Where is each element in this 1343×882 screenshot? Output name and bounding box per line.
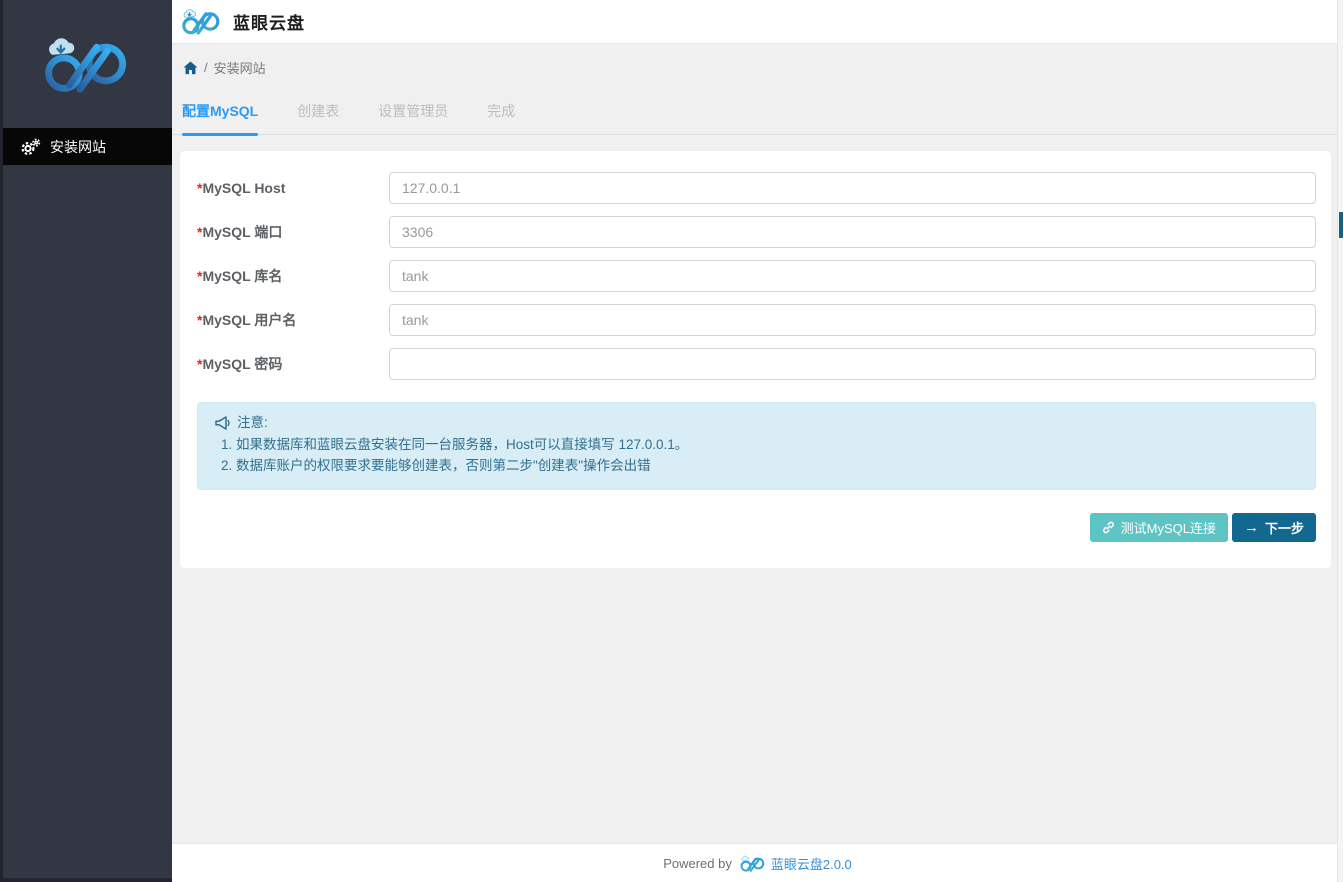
note-item: 数据库账户的权限要求要能够创建表，否则第二步"创建表"操作会出错 [236,457,1300,476]
form-row-mysql-database: *MySQL 库名 [197,260,1316,292]
tab-finish[interactable]: 完成 [487,92,515,134]
mysql-host-input[interactable] [389,172,1316,204]
main-area: 蓝眼云盘 / 安装网站 配置MySQL 创建表 设置管理员 完成 *MySQL … [172,0,1343,882]
sidebar-item-install-site[interactable]: 安装网站 [0,128,172,165]
page-title: 蓝眼云盘 [233,9,305,34]
sidebar-edge-strip [0,0,3,882]
mysql-port-label: *MySQL 端口 [197,222,389,242]
next-button-label: 下一步 [1265,518,1304,537]
top-header: 蓝眼云盘 [172,0,1343,44]
cogs-icon [21,138,41,156]
note-title: 注意: [237,414,268,433]
arrow-right-icon: → [1244,519,1259,536]
cloud-infinity-logo-icon [38,35,134,93]
content-area: *MySQL Host *MySQL 端口 *MySQL 库名 *MySQL 用… [172,135,1343,843]
note-item: 如果数据库和蓝眼云盘安装在同一台服务器，Host可以直接填写 127.0.0.1… [236,436,1300,455]
sidebar-bottom-strip [0,878,172,882]
sidebar: 安装网站 [0,0,172,882]
bullhorn-icon [215,416,231,430]
form-row-mysql-username: *MySQL 用户名 [197,304,1316,336]
mysql-host-label: *MySQL Host [197,180,389,196]
home-icon[interactable] [183,61,198,75]
powered-by-text: Powered by [663,856,732,871]
mysql-config-card: *MySQL Host *MySQL 端口 *MySQL 库名 *MySQL 用… [180,151,1331,568]
app-logo-icon [180,8,222,35]
page-scrollbar-track[interactable] [1337,0,1343,882]
cloud-download-icon [49,38,74,55]
mysql-database-input[interactable] [389,260,1316,292]
form-row-mysql-host: *MySQL Host [197,172,1316,204]
cloud-download-icon [184,10,196,18]
footer-version-link[interactable]: 蓝眼云盘2.0.0 [771,854,852,873]
mysql-password-label: *MySQL 密码 [197,354,389,374]
mysql-username-input[interactable] [389,304,1316,336]
form-row-mysql-password: *MySQL 密码 [197,348,1316,380]
form-row-mysql-port: *MySQL 端口 [197,216,1316,248]
breadcrumb-separator: / [204,60,208,75]
next-step-button[interactable]: → 下一步 [1232,513,1316,542]
info-note: 注意: 如果数据库和蓝眼云盘安装在同一台服务器，Host可以直接填写 127.0… [197,402,1316,490]
sidebar-item-label: 安装网站 [50,137,106,157]
mysql-password-input[interactable] [389,348,1316,380]
footer: Powered by 蓝眼云盘2.0.0 [172,843,1343,882]
note-title-row: 注意: [215,414,1300,433]
page-scrollbar-thumb[interactable] [1339,212,1343,238]
note-list: 如果数据库和蓝眼云盘安装在同一台服务器，Host可以直接填写 127.0.0.1… [236,436,1300,476]
mysql-username-label: *MySQL 用户名 [197,310,389,330]
tab-create-tables[interactable]: 创建表 [297,92,339,134]
tab-set-admin[interactable]: 设置管理员 [378,92,448,134]
test-mysql-connection-button[interactable]: 测试MySQL连接 [1090,513,1228,542]
footer-logo-icon [739,855,766,872]
breadcrumb: / 安装网站 [172,44,1343,83]
wizard-tabs: 配置MySQL 创建表 设置管理员 完成 [172,92,1343,135]
action-bar: 测试MySQL连接 → 下一步 [197,513,1316,558]
cloud-download-icon [742,855,749,860]
tab-configure-mysql[interactable]: 配置MySQL [182,92,258,134]
mysql-port-input[interactable] [389,216,1316,248]
link-icon [1102,521,1115,534]
breadcrumb-current: 安装网站 [214,58,266,77]
test-button-label: 测试MySQL连接 [1121,518,1216,537]
mysql-database-label: *MySQL 库名 [197,266,389,286]
sidebar-logo [0,0,172,128]
